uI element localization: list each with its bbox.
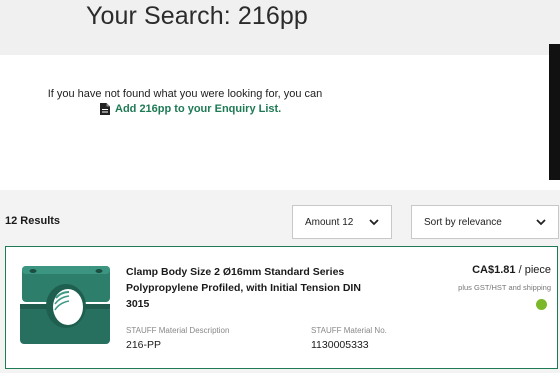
chevron-down-icon [369, 218, 379, 225]
search-header: Your Search: 216pp [0, 0, 560, 55]
amount-dropdown[interactable]: Amount 12 [292, 205, 392, 239]
page-title: Your Search: 216pp [86, 2, 308, 30]
enquiry-link-label: Add 216pp to your Enquiry List. [115, 103, 282, 115]
not-found-message: If you have not found what you were look… [47, 88, 323, 100]
sort-dropdown[interactable]: Sort by relevance [411, 205, 559, 239]
document-icon [100, 103, 110, 115]
results-count: 12 Results [5, 215, 61, 227]
product-title[interactable]: Clamp Body Size 2 Ø16mm Standard Series … [126, 264, 366, 312]
amount-dropdown-value: Amount 12 [305, 216, 354, 228]
product-price: CA$1.81 / piece [472, 264, 551, 276]
price-amount: CA$1.81 [472, 264, 516, 276]
side-feedback-tab[interactable] [549, 44, 560, 180]
chevron-down-icon [536, 218, 546, 225]
price-unit: / piece [515, 264, 551, 276]
tax-note: plus GST/HST and shipping [458, 283, 551, 292]
sort-dropdown-value: Sort by relevance [424, 216, 502, 228]
material-description-label: STAUFF Material Description [126, 326, 230, 335]
stock-status-indicator [536, 299, 547, 310]
add-to-enquiry-link[interactable]: Add 216pp to your Enquiry List. [100, 103, 281, 115]
product-image[interactable] [19, 262, 114, 347]
material-number-value: 1130005333 [311, 339, 369, 351]
product-card[interactable]: Clamp Body Size 2 Ø16mm Standard Series … [5, 246, 558, 369]
material-number-label: STAUFF Material No. [311, 326, 387, 335]
material-description-value: 216-PP [126, 339, 162, 351]
